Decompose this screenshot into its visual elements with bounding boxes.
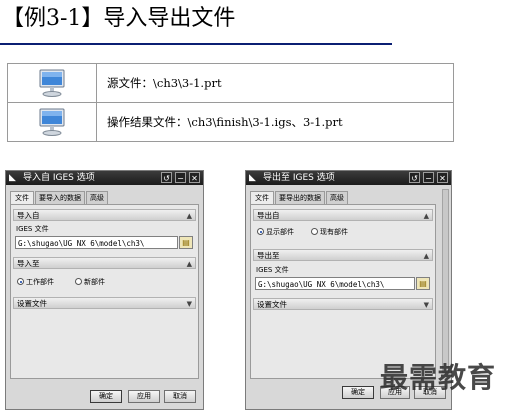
ok-button[interactable]: 确定 — [90, 390, 122, 403]
watermark-logo: 最需教育 — [380, 361, 497, 394]
browse-folder-icon[interactable]: ▤ — [179, 236, 193, 249]
cancel-button[interactable]: 取消 — [164, 390, 196, 403]
close-button[interactable]: ✕ — [189, 172, 200, 183]
vertical-scrollbar[interactable] — [442, 189, 449, 373]
tab-advanced[interactable]: 高级 — [326, 191, 348, 204]
browse-folder-icon[interactable]: ▤ — [416, 277, 430, 290]
section-label: 导入至 — [17, 259, 40, 268]
reset-button[interactable]: ↺ — [161, 172, 172, 183]
monitor-icon — [39, 108, 65, 136]
iges-file-input[interactable]: G:\shugao\UG NX 6\model\ch3\ — [255, 277, 415, 290]
app-icon: ◣ — [249, 173, 256, 183]
radio-existing-part[interactable]: 现有部件 — [311, 227, 348, 237]
expand-icon: ▼ — [423, 301, 429, 309]
collapse-icon: ▲ — [186, 212, 192, 220]
iges-file-label: IGES 文件 — [256, 266, 289, 274]
ok-button[interactable]: 确定 — [342, 386, 374, 399]
dialog-titlebar: ◣ 导入自 IGES 选项 ↺ − ✕ — [6, 171, 203, 185]
minimize-button[interactable]: − — [423, 172, 434, 183]
table-row: 源文件：\ch3\3-1.prt — [7, 63, 454, 103]
section-label: 导入自 — [17, 211, 40, 220]
collapse-icon: ▲ — [423, 212, 429, 220]
tab-advanced[interactable]: 高级 — [86, 191, 108, 204]
radio-label: 显示部件 — [266, 228, 294, 236]
icon-cell — [7, 63, 97, 103]
radio-selected-icon — [17, 278, 24, 285]
tab-panel: 导出自 ▲ 显示部件 现有部件 导出至 ▲ IGES 文件 G:\shugao\… — [250, 204, 436, 379]
tab-data-to-import[interactable]: 要导入的数据 — [35, 191, 85, 204]
section-label: 设置文件 — [257, 300, 287, 309]
close-button[interactable]: ✕ — [437, 172, 448, 183]
radio-unselected-icon — [75, 278, 82, 285]
monitor-icon — [39, 69, 65, 97]
radio-work-part[interactable]: 工作部件 — [17, 277, 54, 287]
iges-file-input[interactable]: G:\shugao\UG NX 6\model\ch3\ — [15, 236, 178, 249]
dialog-title: 导出至 IGES 选项 — [263, 173, 335, 183]
section-export-from[interactable]: 导出自 ▲ — [253, 209, 433, 221]
radio-displayed-part[interactable]: 显示部件 — [257, 227, 294, 237]
file-info-table: 源文件：\ch3\3-1.prt 操作结果文件：\ch3\finish\3-1.… — [7, 63, 454, 142]
import-iges-dialog: ◣ 导入自 IGES 选项 ↺ − ✕ 文件 要导入的数据 高级 导入自 ▲ I… — [5, 170, 204, 410]
radio-unselected-icon — [311, 228, 318, 235]
radio-label: 现有部件 — [320, 228, 348, 236]
app-icon: ◣ — [9, 173, 16, 183]
tab-file[interactable]: 文件 — [250, 191, 274, 204]
title-underline — [0, 43, 392, 45]
section-import-to[interactable]: 导入至 ▲ — [13, 257, 196, 269]
apply-button[interactable]: 应用 — [128, 390, 160, 403]
iges-file-label: IGES 文件 — [16, 225, 49, 233]
dialog-titlebar: ◣ 导出至 IGES 选项 ↺ − ✕ — [246, 171, 451, 185]
minimize-button[interactable]: − — [175, 172, 186, 183]
section-label: 导出自 — [257, 211, 280, 220]
section-import-from[interactable]: 导入自 ▲ — [13, 209, 196, 221]
dialog-title: 导入自 IGES 选项 — [23, 173, 95, 183]
table-row: 操作结果文件：\ch3\finish\3-1.igs、3-1.prt — [7, 102, 454, 142]
section-label: 导出至 — [257, 251, 280, 260]
tab-data-to-export[interactable]: 要导出的数据 — [275, 191, 325, 204]
page-title: 【例3-1】导入导出文件 — [2, 6, 236, 31]
collapse-icon: ▲ — [423, 252, 429, 260]
icon-cell — [7, 102, 97, 142]
tab-file[interactable]: 文件 — [10, 191, 34, 204]
section-label: 设置文件 — [17, 299, 47, 308]
section-settings-file[interactable]: 设置文件 ▼ — [13, 297, 196, 309]
result-file-text: 操作结果文件：\ch3\finish\3-1.igs、3-1.prt — [96, 102, 454, 142]
radio-label: 新部件 — [84, 278, 105, 286]
tab-panel: 导入自 ▲ IGES 文件 G:\shugao\UG NX 6\model\ch… — [10, 204, 199, 379]
radio-label: 工作部件 — [26, 278, 54, 286]
collapse-icon: ▲ — [186, 260, 192, 268]
radio-new-part[interactable]: 新部件 — [75, 277, 105, 287]
section-settings-file[interactable]: 设置文件 ▼ — [253, 298, 433, 310]
radio-selected-icon — [257, 228, 264, 235]
expand-icon: ▼ — [186, 300, 192, 308]
reset-button[interactable]: ↺ — [409, 172, 420, 183]
section-export-to[interactable]: 导出至 ▲ — [253, 249, 433, 261]
source-file-text: 源文件：\ch3\3-1.prt — [96, 63, 454, 103]
